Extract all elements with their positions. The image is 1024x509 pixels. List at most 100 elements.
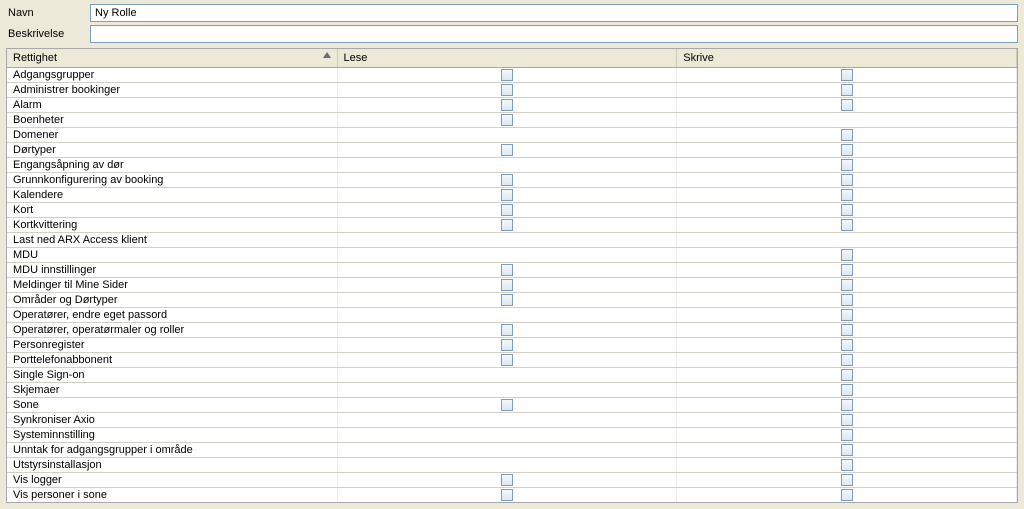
table-row: Vis logger: [7, 472, 1017, 487]
permission-name-cell: Vis logger: [7, 472, 337, 487]
skrive-cell: [677, 337, 1017, 352]
skrive-checkbox[interactable]: [841, 414, 853, 426]
desc-label: Beskrivelse: [6, 28, 90, 40]
lese-checkbox[interactable]: [501, 99, 513, 111]
skrive-checkbox[interactable]: [841, 99, 853, 111]
skrive-checkbox[interactable]: [841, 174, 853, 186]
lese-checkbox[interactable]: [501, 144, 513, 156]
skrive-cell: [677, 367, 1017, 382]
skrive-cell: [677, 202, 1017, 217]
skrive-checkbox[interactable]: [841, 129, 853, 141]
permission-name-cell: Synkroniser Axio: [7, 412, 337, 427]
skrive-cell: [677, 247, 1017, 262]
table-row: Boenheter: [7, 112, 1017, 127]
skrive-cell: [677, 67, 1017, 82]
skrive-cell: [677, 262, 1017, 277]
table-row: Grunnkonfigurering av booking: [7, 172, 1017, 187]
lese-checkbox[interactable]: [501, 204, 513, 216]
table-row: Kortkvittering: [7, 217, 1017, 232]
lese-cell: [337, 97, 677, 112]
lese-checkbox[interactable]: [501, 354, 513, 366]
lese-checkbox[interactable]: [501, 174, 513, 186]
table-row: Operatører, operatørmaler og roller: [7, 322, 1017, 337]
skrive-checkbox[interactable]: [841, 489, 853, 501]
skrive-checkbox[interactable]: [841, 204, 853, 216]
lese-checkbox[interactable]: [501, 69, 513, 81]
skrive-checkbox[interactable]: [841, 399, 853, 411]
skrive-cell: [677, 352, 1017, 367]
name-input[interactable]: [90, 4, 1018, 22]
col-header-rettighet-label: Rettighet: [13, 52, 57, 64]
skrive-cell: [677, 232, 1017, 247]
lese-checkbox[interactable]: [501, 294, 513, 306]
skrive-checkbox[interactable]: [841, 84, 853, 96]
skrive-checkbox[interactable]: [841, 189, 853, 201]
col-header-skrive-label: Skrive: [683, 52, 714, 64]
permission-name-cell: Adgangsgrupper: [7, 67, 337, 82]
skrive-checkbox[interactable]: [841, 279, 853, 291]
skrive-checkbox[interactable]: [841, 324, 853, 336]
lese-checkbox[interactable]: [501, 219, 513, 231]
skrive-checkbox[interactable]: [841, 459, 853, 471]
skrive-checkbox[interactable]: [841, 159, 853, 171]
table-row: Unntak for adgangsgrupper i område: [7, 442, 1017, 457]
table-row: Skjemaer: [7, 382, 1017, 397]
permission-name-cell: Kort: [7, 202, 337, 217]
skrive-cell: [677, 217, 1017, 232]
desc-row: Beskrivelse: [6, 25, 1018, 43]
lese-cell: [337, 202, 677, 217]
skrive-checkbox[interactable]: [841, 474, 853, 486]
skrive-checkbox[interactable]: [841, 264, 853, 276]
lese-checkbox[interactable]: [501, 324, 513, 336]
name-label: Navn: [6, 7, 90, 19]
lese-checkbox[interactable]: [501, 339, 513, 351]
table-row: Meldinger til Mine Sider: [7, 277, 1017, 292]
skrive-cell: [677, 82, 1017, 97]
col-header-lese[interactable]: Lese: [337, 49, 677, 67]
lese-checkbox[interactable]: [501, 474, 513, 486]
lese-checkbox[interactable]: [501, 84, 513, 96]
lese-cell: [337, 262, 677, 277]
col-header-rettighet[interactable]: Rettighet: [7, 49, 337, 67]
skrive-cell: [677, 292, 1017, 307]
skrive-checkbox[interactable]: [841, 354, 853, 366]
skrive-checkbox[interactable]: [841, 219, 853, 231]
skrive-checkbox[interactable]: [841, 249, 853, 261]
lese-checkbox[interactable]: [501, 399, 513, 411]
lese-cell: [337, 142, 677, 157]
col-header-skrive[interactable]: Skrive: [677, 49, 1017, 67]
skrive-cell: [677, 157, 1017, 172]
lese-checkbox[interactable]: [501, 279, 513, 291]
permission-name-cell: Unntak for adgangsgrupper i område: [7, 442, 337, 457]
skrive-checkbox[interactable]: [841, 339, 853, 351]
permission-name-cell: Alarm: [7, 97, 337, 112]
table-row: Administrer bookinger: [7, 82, 1017, 97]
lese-cell: [337, 187, 677, 202]
permission-name-cell: Single Sign-on: [7, 367, 337, 382]
desc-input[interactable]: [90, 25, 1018, 43]
lese-cell: [337, 112, 677, 127]
lese-checkbox[interactable]: [501, 264, 513, 276]
lese-cell: [337, 82, 677, 97]
skrive-checkbox[interactable]: [841, 69, 853, 81]
lese-cell: [337, 277, 677, 292]
skrive-cell: [677, 277, 1017, 292]
lese-checkbox[interactable]: [501, 189, 513, 201]
permission-name-cell: Engangsåpning av dør: [7, 157, 337, 172]
skrive-checkbox[interactable]: [841, 384, 853, 396]
skrive-checkbox[interactable]: [841, 444, 853, 456]
lese-cell: [337, 67, 677, 82]
lese-cell: [337, 337, 677, 352]
table-row: Domener: [7, 127, 1017, 142]
table-row: Vis personer i sone: [7, 487, 1017, 502]
table-row: Last ned ARX Access klient: [7, 232, 1017, 247]
lese-checkbox[interactable]: [501, 489, 513, 501]
permission-name-cell: Skjemaer: [7, 382, 337, 397]
skrive-checkbox[interactable]: [841, 294, 853, 306]
skrive-checkbox[interactable]: [841, 369, 853, 381]
lese-checkbox[interactable]: [501, 114, 513, 126]
skrive-checkbox[interactable]: [841, 144, 853, 156]
permission-name-cell: MDU: [7, 247, 337, 262]
skrive-checkbox[interactable]: [841, 309, 853, 321]
skrive-checkbox[interactable]: [841, 429, 853, 441]
